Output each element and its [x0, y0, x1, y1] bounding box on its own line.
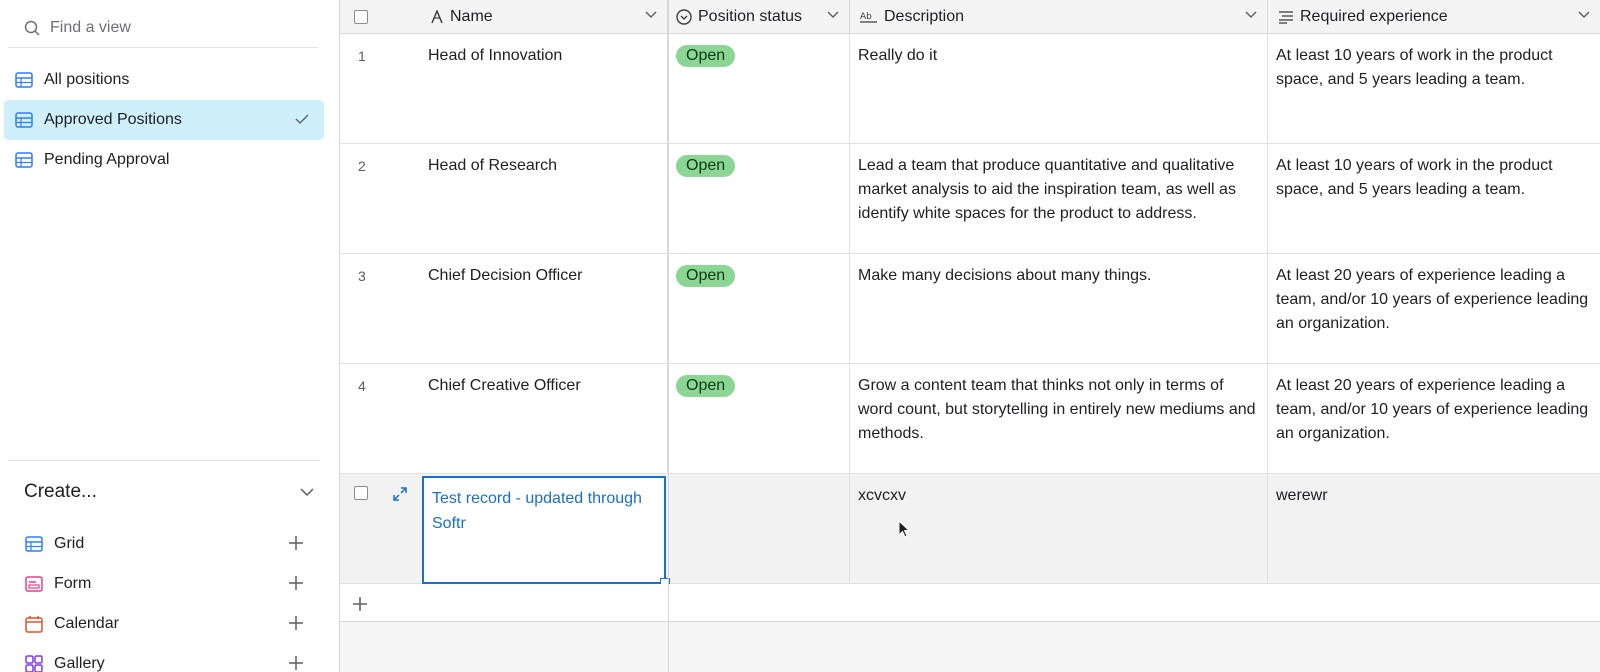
table-row[interactable]: 1 Head of Innovation Open Really do it A… [340, 34, 1600, 144]
form-icon [24, 574, 44, 594]
plus-icon[interactable] [288, 535, 304, 551]
experience-cell[interactable]: At least 10 years of work in the product… [1268, 34, 1600, 143]
plus-icon[interactable] [288, 575, 304, 591]
search-icon [24, 20, 40, 36]
name-cell-active[interactable]: Test record - updated through Softr [422, 476, 670, 588]
column-header-position-status[interactable]: Position status [668, 0, 850, 34]
create-gallery-button[interactable]: Gallery [24, 648, 304, 672]
select-all-cell [340, 0, 420, 34]
add-row-button[interactable] [340, 584, 1600, 622]
view-label: Pending Approval [44, 151, 170, 168]
grid-view-icon [14, 70, 34, 90]
row-checkbox[interactable] [354, 486, 368, 500]
view-item-all-positions[interactable]: All positions [4, 60, 324, 100]
status-badge: Open [676, 45, 736, 67]
status-cell[interactable]: Open [668, 364, 850, 473]
column-header-description[interactable]: Ab Description [850, 0, 1268, 34]
column-label: Description [884, 8, 965, 25]
name-cell[interactable]: Chief Creative Officer [420, 364, 668, 473]
long-text-icon: Ab [860, 10, 878, 24]
calendar-icon [24, 614, 44, 634]
plus-icon[interactable] [288, 615, 304, 631]
grid-icon [24, 534, 44, 554]
sidebar: All positions Approved Positions Pending… [0, 0, 340, 672]
description-cell[interactable]: Make many decisions about many things. [850, 254, 1268, 363]
gallery-icon [24, 654, 44, 672]
text-icon [430, 10, 444, 24]
name-cell[interactable]: Head of Innovation [420, 34, 668, 143]
status-badge: Open [676, 375, 736, 397]
view-search [8, 8, 318, 48]
view-item-pending-approval[interactable]: Pending Approval [4, 140, 324, 180]
table-row[interactable]: 3 Chief Decision Officer Open Make many … [340, 254, 1600, 364]
create-section-toggle[interactable]: Create... [24, 478, 314, 506]
chevron-down-icon[interactable] [1578, 11, 1590, 19]
create-calendar-button[interactable]: Calendar [24, 608, 304, 640]
view-item-approved-positions[interactable]: Approved Positions [4, 100, 324, 140]
status-badge: Open [676, 155, 736, 177]
expand-record-icon[interactable] [392, 486, 408, 502]
create-item-label: Gallery [54, 655, 105, 672]
description-cell[interactable]: Lead a team that produce quantitative an… [850, 144, 1268, 253]
column-header-required-experience[interactable]: Required experience [1268, 0, 1600, 34]
chevron-down-icon[interactable] [1245, 11, 1257, 19]
experience-cell[interactable]: At least 20 years of experience leading … [1268, 364, 1600, 473]
column-label: Name [450, 8, 493, 25]
status-cell[interactable] [668, 474, 850, 583]
experience-cell[interactable]: At least 20 years of experience leading … [1268, 254, 1600, 363]
chevron-down-icon [300, 488, 314, 497]
view-label: All positions [44, 71, 130, 88]
status-cell[interactable]: Open [668, 254, 850, 363]
mouse-cursor-icon [898, 520, 911, 538]
create-item-label: Calendar [54, 615, 119, 632]
create-title: Create... [24, 481, 97, 502]
name-cell-text: Test record - updated through Softr [432, 490, 642, 532]
records-grid: Name Position status Ab Description Requ… [340, 0, 1600, 672]
name-cell[interactable]: Head of Research [420, 144, 668, 253]
name-cell[interactable]: Chief Decision Officer [420, 254, 668, 363]
column-label: Required experience [1300, 8, 1448, 25]
paragraph-icon [1278, 10, 1294, 24]
chevron-down-icon[interactable] [645, 11, 657, 19]
grid-view-icon [14, 110, 34, 130]
create-item-label: Grid [54, 535, 85, 552]
row-number: 1 [358, 48, 366, 64]
status-icon [676, 9, 692, 25]
table-row[interactable]: 2 Head of Research Open Lead a team that… [340, 144, 1600, 254]
row-number: 2 [358, 158, 366, 174]
frozen-column-divider [668, 0, 669, 672]
create-item-label: Form [54, 575, 92, 592]
table-row-selected[interactable]: xcvcxv werewr Test record - updated thro… [340, 474, 1600, 588]
status-cell[interactable]: Open [668, 144, 850, 253]
plus-icon [353, 597, 367, 611]
experience-cell[interactable]: werewr [1268, 474, 1600, 583]
status-badge: Open [676, 265, 736, 287]
experience-cell[interactable]: At least 10 years of work in the product… [1268, 144, 1600, 253]
description-cell[interactable]: xcvcxv [850, 474, 1268, 583]
view-label: Approved Positions [44, 111, 182, 128]
row-number: 3 [358, 268, 366, 284]
create-form-button[interactable]: Form [24, 568, 304, 600]
create-grid-button[interactable]: Grid [24, 528, 304, 560]
column-label: Position status [698, 8, 803, 25]
table-row[interactable]: 4 Chief Creative Officer Open Grow a con… [340, 364, 1600, 474]
description-cell[interactable]: Really do it [850, 34, 1268, 143]
column-header-name[interactable]: Name [420, 0, 668, 34]
select-all-checkbox[interactable] [354, 10, 368, 24]
status-cell[interactable]: Open [668, 34, 850, 143]
view-search-input[interactable] [50, 18, 300, 37]
chevron-down-icon[interactable] [827, 11, 839, 19]
description-cell[interactable]: Grow a content team that thinks not only… [850, 364, 1268, 473]
sidebar-divider [8, 460, 320, 461]
plus-icon[interactable] [288, 655, 304, 671]
check-icon [295, 114, 309, 125]
grid-header: Name Position status Ab Description Requ… [340, 0, 1600, 34]
svg-text:Ab: Ab [860, 12, 872, 22]
row-number: 4 [358, 378, 366, 394]
grid-view-icon [14, 150, 34, 170]
